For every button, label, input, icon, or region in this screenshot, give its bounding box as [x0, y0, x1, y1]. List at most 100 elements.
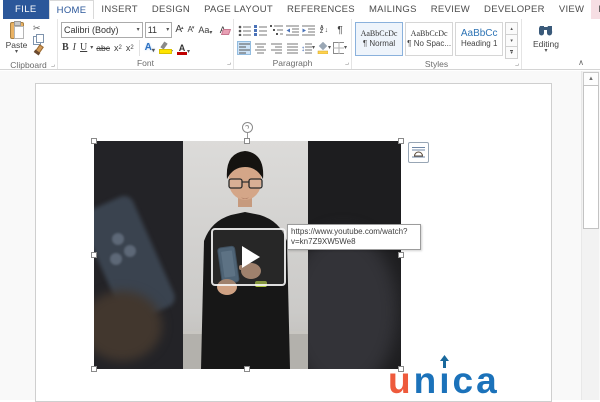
play-icon [241, 246, 260, 268]
font-name-combo[interactable]: Calibri (Body) ▾ [61, 22, 143, 38]
word-window: FILE HOME INSERT DESIGN PAGE LAYOUT REFE… [0, 0, 600, 402]
font-size-combo[interactable]: 11 ▾ [144, 22, 173, 38]
chevron-down-icon: ▾ [186, 48, 190, 55]
paste-button[interactable]: Paste ▾ [3, 21, 30, 59]
font-color-button[interactable]: A ▾ [176, 42, 191, 55]
paragraph-group-label: Paragraph ⌐ [272, 58, 349, 68]
align-right-button[interactable] [269, 41, 283, 55]
shading-button[interactable]: ▾ [317, 41, 331, 55]
chevron-down-icon: ▾ [327, 44, 331, 51]
style-no-spacing[interactable]: AaBbCcDc ¶ No Spac... [405, 22, 454, 56]
text-effects-button[interactable]: A ▾ [144, 42, 156, 54]
grow-font-button[interactable]: A ▴ [174, 24, 184, 36]
style-normal[interactable]: AaBbCcDc ¶ Normal [355, 22, 404, 56]
font-dialog-launcher-icon[interactable]: ⌐ [227, 60, 231, 67]
scissors-icon: ✂ [33, 23, 41, 33]
bullets-button[interactable] [237, 23, 251, 37]
clear-formatting-button[interactable]: A [215, 24, 230, 36]
editing-button[interactable]: Editing ▾ [525, 21, 567, 54]
align-left-icon [238, 43, 250, 53]
bold-button[interactable]: B [61, 42, 70, 54]
strikethrough-button[interactable]: abc [95, 42, 111, 54]
show-hide-marks-button[interactable]: ¶ [333, 23, 347, 37]
font-group: Calibri (Body) ▾ 11 ▾ A ▴ A ▾ Aa ▾ A B I U [58, 19, 234, 69]
cut-button[interactable]: ✂ [33, 23, 43, 34]
highlighter-icon [158, 42, 172, 55]
resize-handle-s[interactable] [244, 366, 250, 372]
tab-file[interactable]: FILE [3, 0, 49, 19]
tab-page-layout[interactable]: PAGE LAYOUT [197, 0, 280, 19]
rotate-handle[interactable] [242, 122, 253, 133]
font-color-icon: A [176, 42, 187, 55]
justify-icon [286, 43, 298, 53]
scrollbar-up-button[interactable]: ▲ [583, 72, 599, 86]
bullets-icon [238, 25, 251, 36]
resize-handle-w[interactable] [91, 252, 97, 258]
up-caret-icon: ▴ [510, 25, 513, 32]
change-case-button[interactable]: Aa ▾ [197, 24, 213, 36]
sort-button[interactable]: AZ ↓ [317, 23, 331, 37]
font-size-value: 11 [147, 25, 158, 35]
chevron-down-icon: ▾ [151, 48, 155, 54]
resize-handle-nw[interactable] [91, 138, 97, 144]
layout-options-button[interactable] [408, 142, 429, 163]
chevron-down-icon: ▾ [136, 26, 140, 33]
format-painter-icon [33, 45, 43, 56]
italic-button[interactable]: I [72, 42, 77, 54]
up-caret-icon: ▴ [180, 25, 184, 31]
tab-view[interactable]: VIEW [552, 0, 591, 19]
tab-mailings[interactable]: MAILINGS [362, 0, 424, 19]
align-left-button[interactable] [237, 41, 251, 55]
resize-handle-e[interactable] [398, 252, 404, 258]
chevron-down-icon: ▾ [209, 30, 213, 36]
chevron-down-icon: ▾ [544, 48, 548, 54]
video-play-button[interactable] [211, 228, 286, 286]
style-heading1[interactable]: AaBbCc Heading 1 [455, 22, 504, 56]
chevron-down-icon: ▾ [14, 49, 18, 55]
decrease-indent-button[interactable] [285, 23, 299, 37]
align-center-icon [254, 43, 266, 53]
borders-button[interactable]: ▾ [333, 41, 347, 55]
collapse-ribbon-button[interactable]: ∧ [578, 58, 584, 67]
scrollbar-thumb[interactable] [583, 85, 599, 229]
copy-button[interactable] [33, 34, 44, 45]
justify-button[interactable] [285, 41, 299, 55]
styles-dialog-launcher-icon[interactable]: ⌐ [515, 61, 519, 68]
paragraph-group: AZ ↓ ¶ ↕ ▾ ▾ ▾ Paragraph ⌐ [234, 19, 352, 69]
highlight-color-button[interactable]: ▾ [158, 42, 174, 55]
embedded-video-picture[interactable] [91, 122, 404, 372]
vertical-scrollbar[interactable]: ▲ [581, 71, 599, 400]
subscript-button[interactable]: x2 [113, 42, 123, 54]
paste-clipboard-icon [9, 21, 24, 39]
tab-developer[interactable]: DEVELOPER [477, 0, 552, 19]
resize-handle-sw[interactable] [91, 366, 97, 372]
align-center-button[interactable] [253, 41, 267, 55]
tab-home[interactable]: HOME [48, 0, 95, 19]
copy-icon [33, 34, 44, 45]
resize-handle-n[interactable] [244, 138, 250, 144]
tab-design[interactable]: DESIGN [145, 0, 197, 19]
shrink-font-button[interactable]: A ▾ [187, 24, 196, 36]
video-thumb-left-blur [94, 141, 183, 369]
superscript-button[interactable]: x2 [125, 42, 135, 54]
separator [138, 40, 140, 56]
numbering-button[interactable] [253, 23, 267, 37]
video-url-tooltip: https://www.youtube.com/watch? v=kn7Z9XW… [287, 224, 421, 250]
clipboard-dialog-launcher-icon[interactable]: ⌐ [51, 62, 55, 69]
line-spacing-button[interactable]: ↕ ▾ [301, 41, 315, 55]
tab-references[interactable]: REFERENCES [280, 0, 362, 19]
binoculars-icon [539, 26, 553, 36]
increase-indent-button[interactable] [301, 23, 315, 37]
document-area: https://www.youtube.com/watch? v=kn7Z9XW… [0, 71, 600, 402]
chevron-down-icon: ▾ [166, 26, 170, 33]
multilevel-list-button[interactable] [269, 23, 283, 37]
resize-handle-ne[interactable] [398, 138, 404, 144]
tab-format-contextual[interactable]: FORMAT [591, 0, 600, 19]
tab-review[interactable]: REVIEW [424, 0, 477, 19]
tab-insert[interactable]: INSERT [94, 0, 144, 19]
chevron-down-icon[interactable]: ▾ [90, 45, 93, 51]
format-painter-button[interactable] [33, 45, 43, 56]
paragraph-dialog-launcher-icon[interactable]: ⌐ [345, 60, 349, 67]
tooltip-line1: https://www.youtube.com/watch? [291, 227, 408, 236]
underline-button[interactable]: U [79, 42, 88, 54]
